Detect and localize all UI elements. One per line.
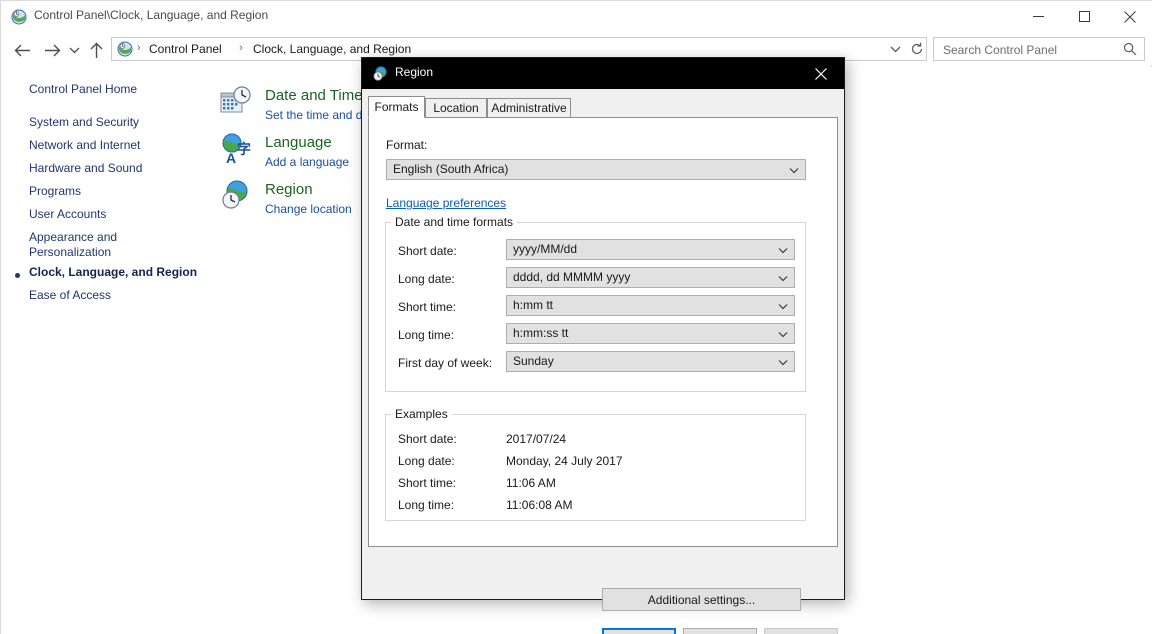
date-time-icon: [219, 85, 253, 119]
svg-text:A: A: [226, 150, 236, 166]
tab-location[interactable]: Location: [425, 98, 487, 117]
date-time-formats-legend: Date and time formats: [391, 215, 518, 229]
sidebar-item-user-accounts[interactable]: User Accounts: [29, 207, 106, 222]
example-short-date-value: 2017/07/24: [506, 432, 567, 446]
apply-button[interactable]: Apply: [764, 628, 838, 634]
example-short-time-value: 11:06 AM: [506, 476, 556, 490]
sidebar-item-clock-language-and-region[interactable]: Clock, Language, and Region: [29, 265, 197, 280]
examples-legend: Examples: [391, 407, 452, 421]
breadcrumb-separator: ›: [137, 42, 141, 54]
breadcrumb-separator: ›: [239, 42, 243, 54]
example-long-time-label: Long time:: [398, 498, 455, 512]
tile-title-region[interactable]: Region: [265, 181, 313, 198]
forward-arrow-icon[interactable]: [39, 37, 65, 63]
sidebar-item-hardware-and-sound[interactable]: Hardware and Sound: [29, 161, 142, 176]
sidebar-item-appearance-and-personalization[interactable]: Appearance and Personalization: [29, 230, 199, 260]
sidebar-item-network-and-internet[interactable]: Network and Internet: [29, 138, 140, 153]
short-time-label: Short time:: [398, 300, 457, 314]
additional-settings-button[interactable]: Additional settings...: [602, 588, 801, 611]
address-bar-control-panel-icon: [117, 41, 133, 57]
short-time-combobox[interactable]: h:mm tt: [506, 295, 795, 316]
dialog-titlebar: Region: [362, 58, 844, 89]
maximize-button[interactable]: [1061, 1, 1107, 32]
example-long-date-label: Long date:: [398, 454, 455, 468]
first-day-of-week-label: First day of week:: [398, 356, 493, 370]
first-day-of-week-combobox[interactable]: Sunday: [506, 351, 795, 372]
example-long-time-value: 11:06:08 AM: [506, 498, 573, 512]
long-time-value: h:mm:ss tt: [513, 326, 569, 340]
region-globe-clock-icon: [219, 179, 253, 213]
long-date-combobox[interactable]: dddd, dd MMMM yyyy: [506, 267, 795, 288]
chevron-down-icon: [777, 244, 789, 256]
tab-administrative[interactable]: Administrative: [487, 98, 571, 117]
breadcrumb-clock-language-region[interactable]: Clock, Language, and Region: [253, 42, 411, 56]
back-arrow-icon[interactable]: [9, 37, 35, 63]
control-panel-icon: [11, 9, 27, 25]
tile-title-date-and-time[interactable]: Date and Time: [265, 87, 363, 104]
close-button[interactable]: [1107, 1, 1152, 32]
chevron-down-icon: [777, 328, 789, 340]
chevron-down-icon: [777, 356, 789, 368]
minimize-button[interactable]: [1015, 1, 1061, 32]
first-day-of-week-value: Sunday: [513, 354, 554, 368]
ok-button[interactable]: OK: [602, 628, 676, 634]
tile-sub-region[interactable]: Change location: [265, 202, 352, 216]
breadcrumb-control-panel[interactable]: Control Panel: [149, 42, 222, 56]
sidebar-item-control-panel-home[interactable]: Control Panel Home: [29, 82, 137, 97]
format-combobox[interactable]: English (South Africa): [386, 159, 806, 180]
example-long-date-value: Monday, 24 July 2017: [506, 454, 623, 468]
short-date-label: Short date:: [398, 244, 457, 258]
region-globe-clock-icon: [372, 66, 388, 82]
example-short-time-label: Short time:: [398, 476, 457, 490]
long-date-label: Long date:: [398, 272, 455, 286]
short-time-value: h:mm tt: [513, 298, 554, 312]
svg-text:字: 字: [237, 141, 251, 157]
window-title: Control Panel\Clock, Language, and Regio…: [34, 8, 269, 22]
language-icon: A 字: [219, 132, 253, 166]
chevron-down-icon: [788, 164, 800, 176]
sidebar-active-bullet: [15, 273, 20, 278]
sidebar-item-programs[interactable]: Programs: [29, 184, 81, 199]
long-date-value: dddd, dd MMMM yyyy: [513, 270, 631, 284]
recent-locations-chevron-down-icon[interactable]: [63, 37, 85, 63]
address-dropdown-chevron-down-icon[interactable]: [886, 41, 904, 57]
sidebar-item-ease-of-access[interactable]: Ease of Access: [29, 288, 111, 303]
tab-formats[interactable]: Formats: [368, 96, 425, 118]
dialog-tabstrip: Formats Location Administrative: [368, 96, 838, 118]
search-input[interactable]: [941, 40, 1115, 60]
search-box[interactable]: [933, 37, 1145, 61]
sidebar: Control Panel Home System and Security N…: [1, 67, 213, 634]
dialog-body: Formats Location Administrative Format: …: [362, 89, 844, 634]
cancel-button[interactable]: Cancel: [683, 628, 757, 634]
dialog-close-icon[interactable]: [798, 58, 844, 89]
long-time-combobox[interactable]: h:mm:ss tt: [506, 323, 795, 344]
control-panel-window: Control Panel\Clock, Language, and Regio…: [0, 0, 1152, 634]
long-time-label: Long time:: [398, 328, 455, 342]
short-date-value: yyyy/MM/dd: [513, 242, 578, 256]
refresh-icon[interactable]: [907, 39, 927, 59]
up-arrow-icon[interactable]: [83, 37, 109, 63]
tile-sub-language[interactable]: Add a language: [265, 155, 349, 169]
region-dialog: Region Formats Location Administrative F…: [361, 57, 845, 634]
short-date-combobox[interactable]: yyyy/MM/dd: [506, 239, 795, 260]
dialog-title: Region: [395, 65, 434, 79]
format-combobox-value: English (South Africa): [393, 162, 509, 176]
language-preferences-link[interactable]: Language preferences: [386, 196, 506, 210]
chevron-down-icon: [777, 300, 789, 312]
sidebar-item-system-and-security[interactable]: System and Security: [29, 115, 139, 130]
search-icon[interactable]: [1122, 41, 1138, 57]
window-titlebar: Control Panel\Clock, Language, and Regio…: [1, 1, 1152, 33]
format-label: Format:: [386, 138, 428, 152]
example-short-date-label: Short date:: [398, 432, 457, 446]
chevron-down-icon: [777, 272, 789, 284]
tabpanel-formats: Format: English (South Africa) Language …: [368, 117, 838, 547]
tile-title-language[interactable]: Language: [265, 134, 332, 151]
